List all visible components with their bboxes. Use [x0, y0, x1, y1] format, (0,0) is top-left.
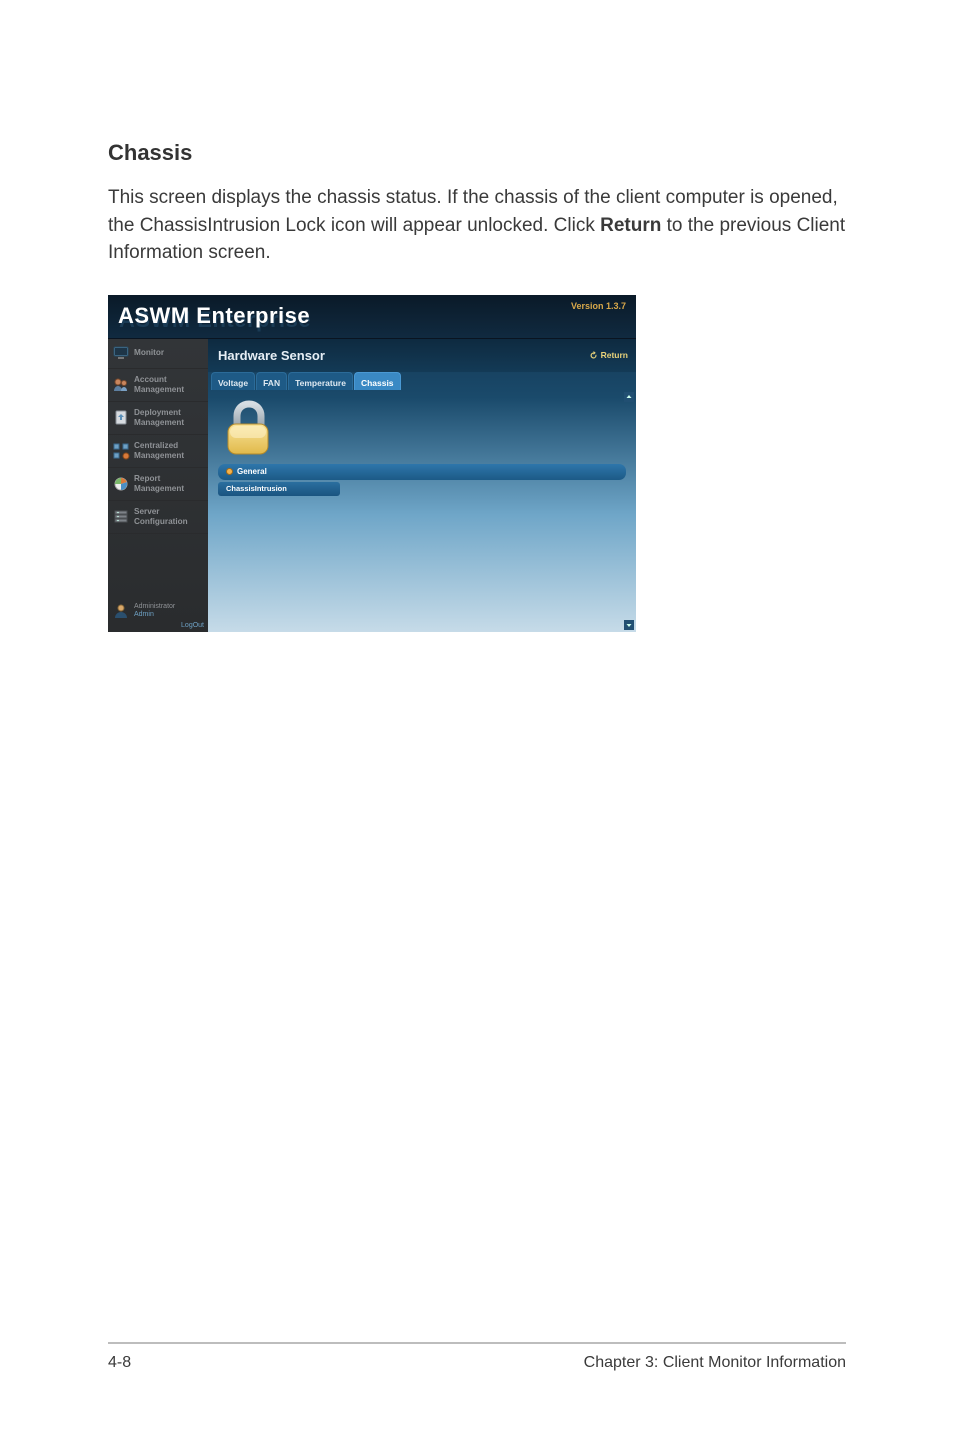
tab-chassis[interactable]: Chassis [354, 372, 401, 390]
content-area: General ChassisIntrusion [208, 390, 636, 632]
page-title: Hardware Sensor [218, 348, 325, 363]
body-paragraph: This screen displays the chassis status.… [108, 184, 846, 267]
logout-link[interactable]: LogOut [108, 621, 208, 632]
version-label: Version 1.3.7 [571, 301, 626, 311]
tab-voltage[interactable]: Voltage [211, 372, 255, 390]
admin-block: Administrator Admin [108, 597, 208, 621]
sensor-tabs: Voltage FAN Temperature Chassis [208, 372, 636, 390]
main-panel: Hardware Sensor Return Voltage FAN Tempe… [208, 339, 636, 632]
return-label: Return [601, 350, 628, 360]
sidebar-item-label: Account Management [134, 375, 184, 394]
scroll-up-button[interactable] [624, 392, 634, 402]
sidebar-item-account[interactable]: Account Management [108, 369, 208, 402]
general-label: General [237, 467, 267, 476]
sidebar-item-label: Monitor [134, 348, 164, 357]
sidebar-item-deployment[interactable]: Deployment Management [108, 402, 208, 435]
deploy-icon [112, 409, 130, 427]
report-icon [112, 475, 130, 493]
admin-name: Admin [134, 611, 154, 618]
sidebar: Monitor Account Management [108, 339, 208, 632]
sidebar-item-centralized[interactable]: Centralized Management [108, 435, 208, 468]
status-dot-icon [226, 468, 233, 475]
section-heading: Chassis [108, 140, 846, 166]
page-footer: 4-8 Chapter 3: Client Monitor Informatio… [108, 1342, 846, 1372]
server-icon [112, 508, 130, 526]
main-header: Hardware Sensor Return [208, 339, 636, 372]
general-section-bar[interactable]: General [218, 464, 626, 480]
sidebar-item-report[interactable]: Report Management [108, 468, 208, 501]
admin-icon [112, 602, 130, 620]
centralized-icon [112, 442, 130, 460]
tab-fan[interactable]: FAN [256, 372, 287, 390]
tab-temperature[interactable]: Temperature [288, 372, 353, 390]
refresh-icon [589, 351, 598, 360]
footer-left: 4-8 [108, 1354, 131, 1372]
chassis-lock-icon [220, 400, 628, 458]
sidebar-item-server-config[interactable]: Server Configuration [108, 501, 208, 534]
chassis-intrusion-bar[interactable]: ChassisIntrusion [218, 482, 340, 496]
admin-role: Administrator [134, 603, 175, 610]
sidebar-item-monitor[interactable]: Monitor [108, 339, 208, 369]
sidebar-item-label: Centralized Management [134, 441, 184, 460]
sidebar-item-label: Report Management [134, 474, 184, 493]
chassis-intrusion-label: ChassisIntrusion [226, 484, 287, 493]
return-button[interactable]: Return [589, 350, 628, 360]
admin-text: Administrator Admin [134, 603, 175, 618]
app-header: ASWM Enterprise ASWM Enterprise Version … [108, 295, 636, 339]
body-text-bold: Return [600, 215, 661, 236]
sidebar-item-label: Deployment Management [134, 408, 184, 427]
footer-right: Chapter 3: Client Monitor Information [584, 1354, 846, 1372]
monitor-icon [112, 344, 130, 362]
scroll-down-button[interactable] [624, 620, 634, 630]
app-screenshot: ASWM Enterprise ASWM Enterprise Version … [108, 295, 636, 632]
users-icon [112, 376, 130, 394]
app-logo: ASWM Enterprise [118, 303, 310, 329]
sidebar-item-label: Server Configuration [134, 507, 188, 526]
